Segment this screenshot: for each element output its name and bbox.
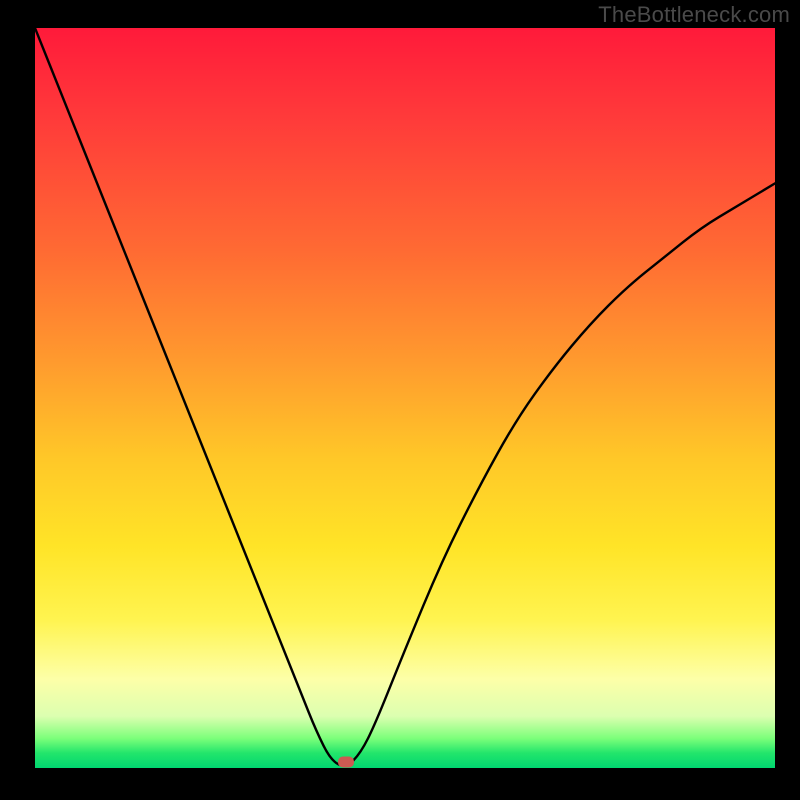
bottleneck-curve-path bbox=[35, 28, 775, 766]
watermark-text: TheBottleneck.com bbox=[598, 2, 790, 28]
plot-area bbox=[35, 28, 775, 768]
curve-svg bbox=[35, 28, 775, 768]
chart-frame: TheBottleneck.com bbox=[0, 0, 800, 800]
minimum-marker bbox=[338, 757, 354, 768]
